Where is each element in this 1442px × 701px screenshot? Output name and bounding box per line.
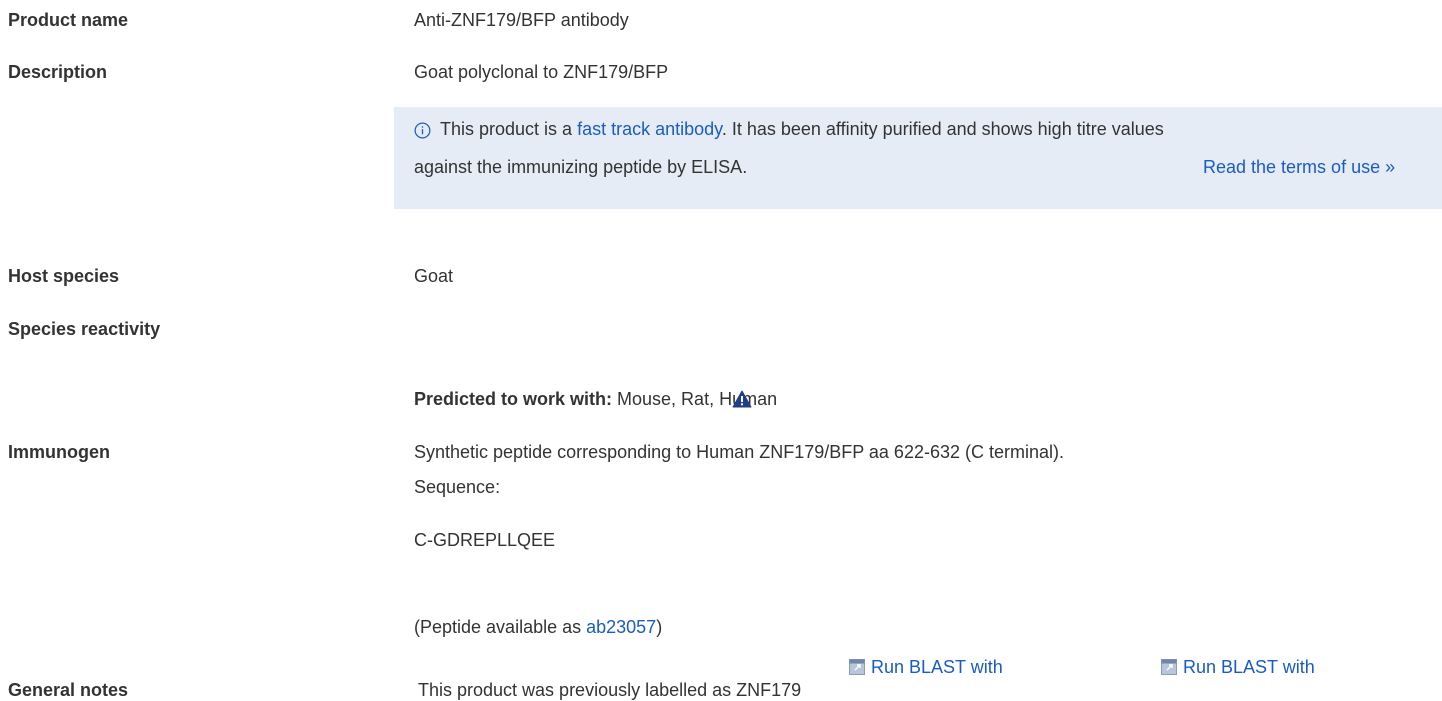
fast-track-antibody-link[interactable]: fast track antibody bbox=[577, 119, 722, 139]
predicted-species: Predicted to work with: Mouse, Rat, Huma… bbox=[414, 389, 777, 410]
info-icon bbox=[414, 122, 431, 139]
external-window-icon bbox=[849, 659, 865, 675]
description-label: Description bbox=[8, 62, 108, 82]
product-name-value: Anti-ZNF179/BFP antibody bbox=[414, 10, 629, 30]
warning-triangle-icon[interactable] bbox=[732, 390, 752, 408]
predicted-species-value: Mouse, Rat, Human bbox=[612, 389, 778, 409]
peptide-ab23057-link[interactable]: ab23057 bbox=[586, 617, 656, 637]
run-blast-link-1[interactable]: Run BLAST with bbox=[849, 657, 1003, 678]
peptide-suffix: ) bbox=[656, 617, 663, 637]
run-blast-link-2[interactable]: Run BLAST with bbox=[1161, 657, 1315, 678]
external-window-icon bbox=[1161, 659, 1177, 675]
run-blast-label-2: Run BLAST with bbox=[1183, 657, 1315, 677]
terms-of-use-link[interactable]: Read the terms of use » bbox=[1203, 157, 1395, 178]
predicted-label: Predicted to work with: bbox=[414, 389, 613, 409]
run-blast-label-1: Run BLAST with bbox=[871, 657, 1003, 677]
peptide-availability: (Peptide available as ab23057) bbox=[414, 617, 662, 638]
immunogen-label: Immunogen bbox=[8, 442, 110, 462]
general-notes-label: General notes bbox=[8, 680, 129, 700]
host-species-value: Goat bbox=[414, 266, 454, 286]
fast-track-notice: This product is a fast track antibody. I… bbox=[394, 107, 1442, 209]
notice-line-1: This product is a fast track antibody. I… bbox=[440, 119, 1164, 140]
general-notes-value: This product was previously labelled as … bbox=[418, 680, 802, 700]
immunogen-description: Synthetic peptide corresponding to Human… bbox=[414, 442, 1065, 462]
host-species-label: Host species bbox=[8, 266, 120, 286]
sequence-label: Sequence: bbox=[414, 477, 501, 497]
species-reactivity-label: Species reactivity bbox=[8, 319, 161, 339]
product-name-label: Product name bbox=[8, 10, 129, 30]
notice-text-prefix: This product is a bbox=[440, 119, 578, 139]
notice-line-2: against the immunizing peptide by ELISA. bbox=[414, 157, 748, 177]
peptide-sequence: C-GDREPLLQEE bbox=[414, 530, 556, 550]
peptide-prefix: (Peptide available as bbox=[414, 617, 587, 637]
description-value: Goat polyclonal to ZNF179/BFP bbox=[414, 62, 669, 82]
notice-text-suffix: . It has been affinity purified and show… bbox=[721, 119, 1164, 139]
